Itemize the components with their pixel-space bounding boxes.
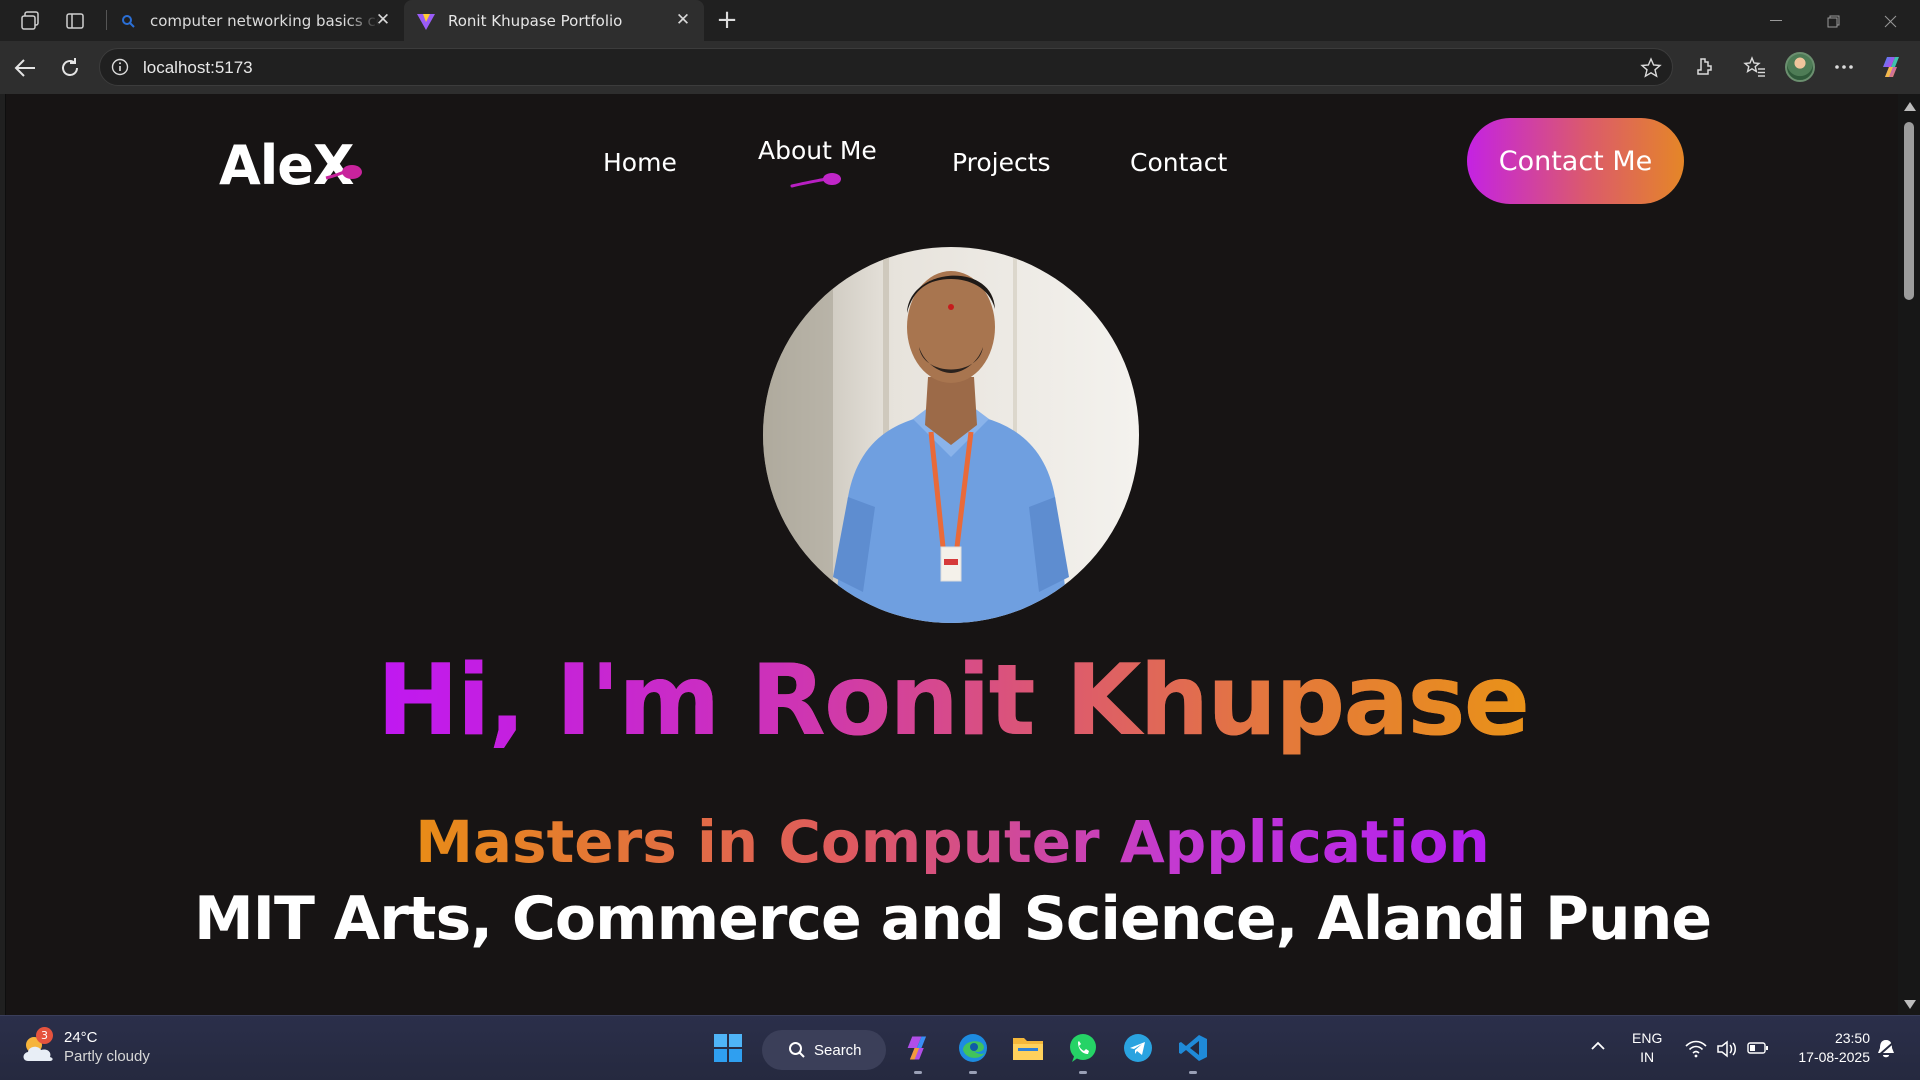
new-tab-button[interactable]: +: [712, 6, 742, 36]
nav-link-contact[interactable]: Contact: [1130, 148, 1227, 177]
workspaces-icon[interactable]: [17, 8, 43, 34]
telegram-icon: [1124, 1034, 1152, 1062]
copilot-app-icon: [907, 1036, 927, 1060]
clock[interactable]: 23:50 17-08-2025: [1786, 1029, 1870, 1080]
tab-title: computer networking basics conc: [150, 11, 380, 30]
taskbar-telegram[interactable]: [1120, 1030, 1156, 1066]
battery-icon[interactable]: [1747, 1041, 1769, 1080]
weather-widget[interactable]: 3 24°C Partly cloudy: [20, 1027, 220, 1069]
scroll-up-icon[interactable]: [1904, 102, 1916, 111]
taskbar-search[interactable]: Search: [762, 1030, 886, 1070]
nav-link-about[interactable]: About Me: [758, 136, 877, 165]
search-label: Search: [814, 1041, 862, 1059]
weather-temperature: 24°C: [64, 1029, 98, 1046]
hero-degree-text: Masters in Computer Application: [415, 808, 1490, 876]
favorites-icon[interactable]: [1741, 53, 1769, 81]
windows-logo-icon: [714, 1034, 742, 1062]
close-window-icon[interactable]: [1870, 6, 1910, 36]
taskbar-vscode[interactable]: [1175, 1030, 1211, 1074]
search-favicon-icon: [118, 11, 138, 31]
taskbar: 3 24°C Partly cloudy Search ENG IN 23:50…: [0, 1015, 1920, 1080]
weather-condition: Partly cloudy: [64, 1048, 150, 1065]
tab-search[interactable]: computer networking basics conc ✕: [106, 0, 404, 41]
running-indicator: [969, 1071, 977, 1074]
hero-college: MIT Arts, Commerce and Science, Alandi P…: [193, 884, 1712, 954]
favorite-star-icon[interactable]: [1640, 57, 1662, 79]
tab-title: Ronit Khupase Portfolio: [448, 11, 623, 30]
logo-accent-icon: [325, 165, 362, 180]
tab-portfolio[interactable]: Ronit Khupase Portfolio ✕: [404, 0, 704, 41]
taskbar-edge[interactable]: [955, 1030, 991, 1074]
taskbar-file-explorer[interactable]: [1010, 1030, 1046, 1066]
nav-link-projects[interactable]: Projects: [952, 148, 1051, 177]
extensions-icon[interactable]: [1690, 53, 1718, 81]
page-scrollbar[interactable]: [1898, 94, 1920, 1015]
profile-photo: [763, 247, 1139, 623]
taskbar-copilot[interactable]: [900, 1030, 936, 1074]
folder-icon: [1013, 1038, 1043, 1060]
region-code: IN: [1640, 1049, 1655, 1065]
clock-time: 23:50: [1834, 1030, 1870, 1046]
vite-favicon-icon: [416, 11, 436, 31]
refresh-icon[interactable]: [55, 53, 85, 83]
wifi-icon[interactable]: [1685, 1040, 1707, 1080]
weather-alert-badge: 3: [36, 1027, 53, 1044]
hero-headline-text: Hi, I'm Ronit Khupase: [376, 644, 1530, 758]
language-indicator[interactable]: ENG IN: [1632, 1029, 1662, 1080]
running-indicator: [1189, 1071, 1197, 1074]
close-tab-icon[interactable]: ✕: [674, 11, 692, 29]
language-code: ENG: [1632, 1030, 1663, 1046]
running-indicator: [1079, 1071, 1087, 1074]
running-indicator: [914, 1071, 922, 1074]
volume-icon[interactable]: [1716, 1040, 1738, 1080]
taskbar-whatsapp[interactable]: [1065, 1030, 1101, 1074]
clock-date: 17-08-2025: [1798, 1049, 1870, 1065]
vertical-tabs-icon[interactable]: [62, 8, 88, 34]
scrollbar-thumb[interactable]: [1904, 122, 1914, 300]
contact-me-button[interactable]: Contact Me: [1467, 118, 1684, 204]
vscode-icon: [1179, 1035, 1207, 1061]
tab-strip: computer networking basics conc ✕ Ronit …: [0, 0, 1920, 41]
hero-headline: Hi, I'm Ronit Khupase: [6, 644, 1898, 758]
back-arrow-icon[interactable]: [10, 53, 40, 83]
profile-avatar[interactable]: [1785, 52, 1815, 82]
edge-icon: [959, 1034, 987, 1062]
search-icon: [789, 1042, 805, 1058]
url-text[interactable]: localhost:5173: [143, 58, 253, 78]
nav-link-home[interactable]: Home: [603, 148, 677, 177]
minimize-icon[interactable]: [1756, 6, 1796, 36]
hero-degree: Masters in Computer Application: [6, 808, 1898, 876]
close-tab-icon[interactable]: ✕: [374, 11, 392, 29]
more-options-icon[interactable]: [1830, 53, 1858, 81]
site-info-icon[interactable]: [111, 58, 129, 76]
restore-icon[interactable]: [1813, 6, 1853, 36]
address-bar[interactable]: localhost:5173: [99, 48, 1673, 86]
whatsapp-icon: [1070, 1034, 1096, 1062]
browser-toolbar: localhost:5173: [0, 41, 1920, 94]
copilot-icon[interactable]: [1878, 53, 1906, 81]
scroll-down-icon[interactable]: [1904, 1000, 1916, 1009]
active-nav-indicator: [790, 173, 841, 188]
show-hidden-icons-chevron-icon[interactable]: [1590, 1038, 1606, 1080]
page-viewport: AleX Home About Me Projects Contact Cont…: [5, 94, 1898, 1015]
notifications-bell-icon[interactable]: [1876, 1038, 1896, 1080]
start-button[interactable]: [710, 1030, 746, 1066]
